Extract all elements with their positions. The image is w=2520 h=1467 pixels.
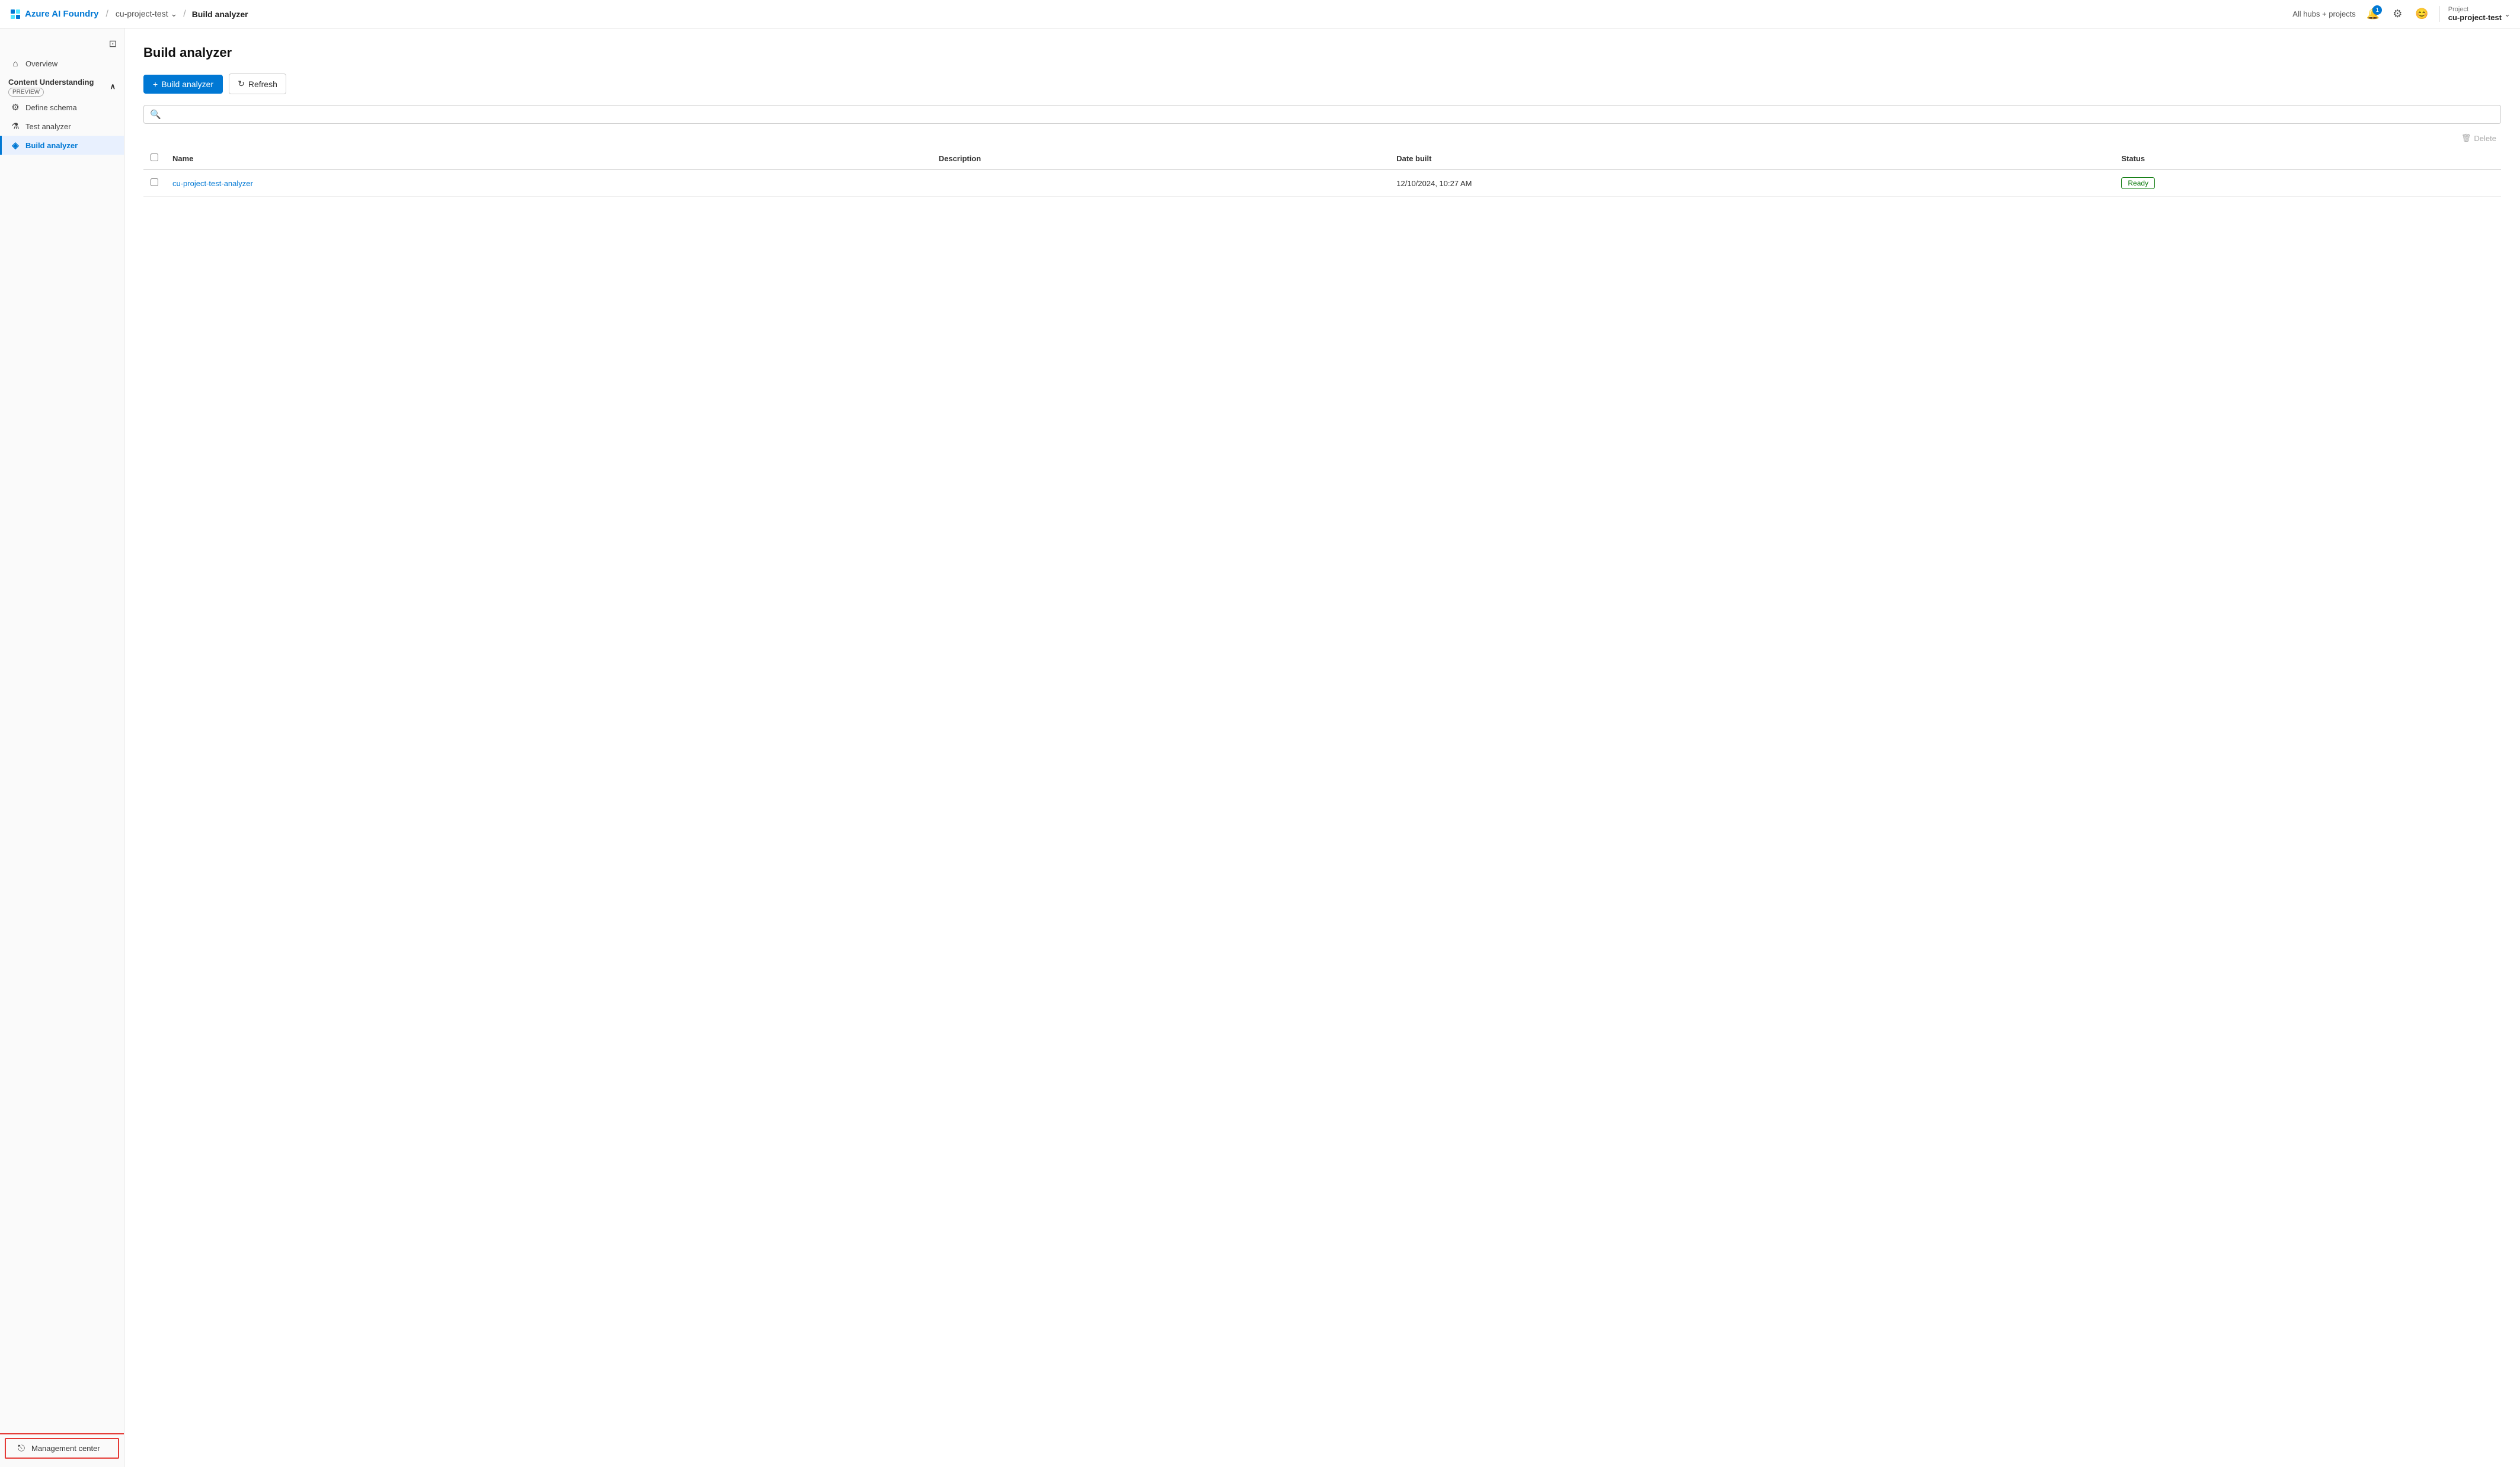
logo-icon [9,8,21,20]
breadcrumb-sep-2: / [183,9,186,20]
sidebar-toggle[interactable]: ⊡ [0,33,124,55]
account-button[interactable]: 😊 [2413,5,2431,23]
refresh-label: Refresh [248,79,277,89]
sidebar-item-test-analyzer[interactable]: ⚗ Test analyzer [0,117,124,136]
row-checkbox-cell [143,170,165,197]
settings-button[interactable]: ⚙ [2390,5,2404,23]
search-icon: 🔍 [150,109,161,120]
sidebar-item-build-analyzer[interactable]: ◈ Build analyzer [0,136,124,155]
analyzers-table: Name Description Date built Status [143,148,2501,197]
toolbar: + Build analyzer ↻ Refresh [143,73,2501,94]
sidebar-item-management-center[interactable]: ⎋ Management center [6,1439,118,1458]
table-row: cu-project-test-analyzer 12/10/2024, 10:… [143,170,2501,197]
sidebar-item-define-schema[interactable]: ⚙ Define schema [0,98,124,117]
sidebar-build-analyzer-label: Build analyzer [25,141,78,150]
search-bar: 🔍 [143,105,2501,124]
cell-name: cu-project-test-analyzer [165,170,932,197]
preview-badge: PREVIEW [8,88,44,97]
col-status: Status [2114,148,2501,170]
toggle-sidebar-button[interactable]: ⊡ [109,38,117,50]
col-date-built: Date built [1389,148,2114,170]
build-icon: + [153,79,158,89]
notification-button[interactable]: 🔔 1 [2364,5,2382,23]
delete-button[interactable]: 🗑 Delete [2457,131,2501,145]
select-all-col [143,148,165,170]
sidebar-section-header: Content Understanding PREVIEW ∧ [0,73,124,98]
topbar-right: All hubs + projects 🔔 1 ⚙ 😊 Project cu-p… [2292,5,2511,23]
project-label: Project [2448,6,2502,13]
sidebar-define-schema-label: Define schema [25,103,77,112]
cell-date-built: 12/10/2024, 10:27 AM [1389,170,2114,197]
col-name: Name [165,148,932,170]
sidebar-bottom: ⎋ Management center [0,1433,124,1462]
management-center-icon: ⎋ [16,1443,27,1453]
col-description: Description [932,148,1390,170]
cell-description [932,170,1390,197]
breadcrumb-current: Build analyzer [192,9,248,19]
delete-icon: 🗑 [2461,133,2471,143]
build-analyzer-icon: ◈ [10,140,21,151]
breadcrumb-arrow: ⌄ [171,9,178,18]
status-badge: Ready [2121,177,2155,189]
section-label: Content Understanding [8,78,94,87]
project-name: cu-project-test [2448,13,2502,22]
project-chevron-icon: ⌄ [2504,9,2511,19]
management-center-label: Management center [31,1444,100,1453]
test-analyzer-icon: ⚗ [10,121,21,132]
all-hubs-link[interactable]: All hubs + projects [2292,9,2356,18]
search-input[interactable] [166,110,2495,119]
refresh-button[interactable]: ↻ Refresh [229,73,286,94]
overview-icon: ⌂ [10,59,21,69]
app-logo[interactable]: Azure AI Foundry [9,8,98,20]
topbar-left: Azure AI Foundry / cu-project-test ⌄ / B… [9,8,248,20]
breadcrumb: cu-project-test ⌄ / Build analyzer [116,9,248,20]
analyzer-link[interactable]: cu-project-test-analyzer [172,179,253,188]
sidebar-overview-label: Overview [25,59,57,68]
main-layout: ⊡ ⌂ Overview Content Understanding PREVI… [0,28,2520,1467]
cell-status: Ready [2114,170,2501,197]
section-label-group: Content Understanding PREVIEW [8,78,94,95]
notification-badge: 1 [2372,5,2382,15]
section-chevron-icon: ∧ [110,82,116,91]
table-actions: 🗑 Delete [143,131,2501,145]
project-info: Project cu-project-test [2448,6,2502,22]
select-all-checkbox[interactable] [151,154,158,161]
project-selector[interactable]: Project cu-project-test ⌄ [2439,6,2511,22]
refresh-icon: ↻ [238,79,245,89]
main-content: Build analyzer + Build analyzer ↻ Refres… [124,28,2520,1467]
topbar: Azure AI Foundry / cu-project-test ⌄ / B… [0,0,2520,28]
row-checkbox[interactable] [151,178,158,186]
page-title: Build analyzer [143,45,2501,60]
define-schema-icon: ⚙ [10,102,21,113]
sidebar: ⊡ ⌂ Overview Content Understanding PREVI… [0,28,124,1467]
build-analyzer-button[interactable]: + Build analyzer [143,75,223,94]
app-name: Azure AI Foundry [25,9,98,19]
sidebar-item-overview[interactable]: ⌂ Overview [0,55,124,73]
breadcrumb-sep-1: / [105,9,108,20]
breadcrumb-project[interactable]: cu-project-test ⌄ [116,9,177,19]
management-center-wrapper: ⎋ Management center [5,1438,119,1459]
sidebar-test-analyzer-label: Test analyzer [25,122,71,131]
build-button-label: Build analyzer [161,79,213,89]
delete-label: Delete [2474,134,2496,143]
table-header-row: Name Description Date built Status [143,148,2501,170]
